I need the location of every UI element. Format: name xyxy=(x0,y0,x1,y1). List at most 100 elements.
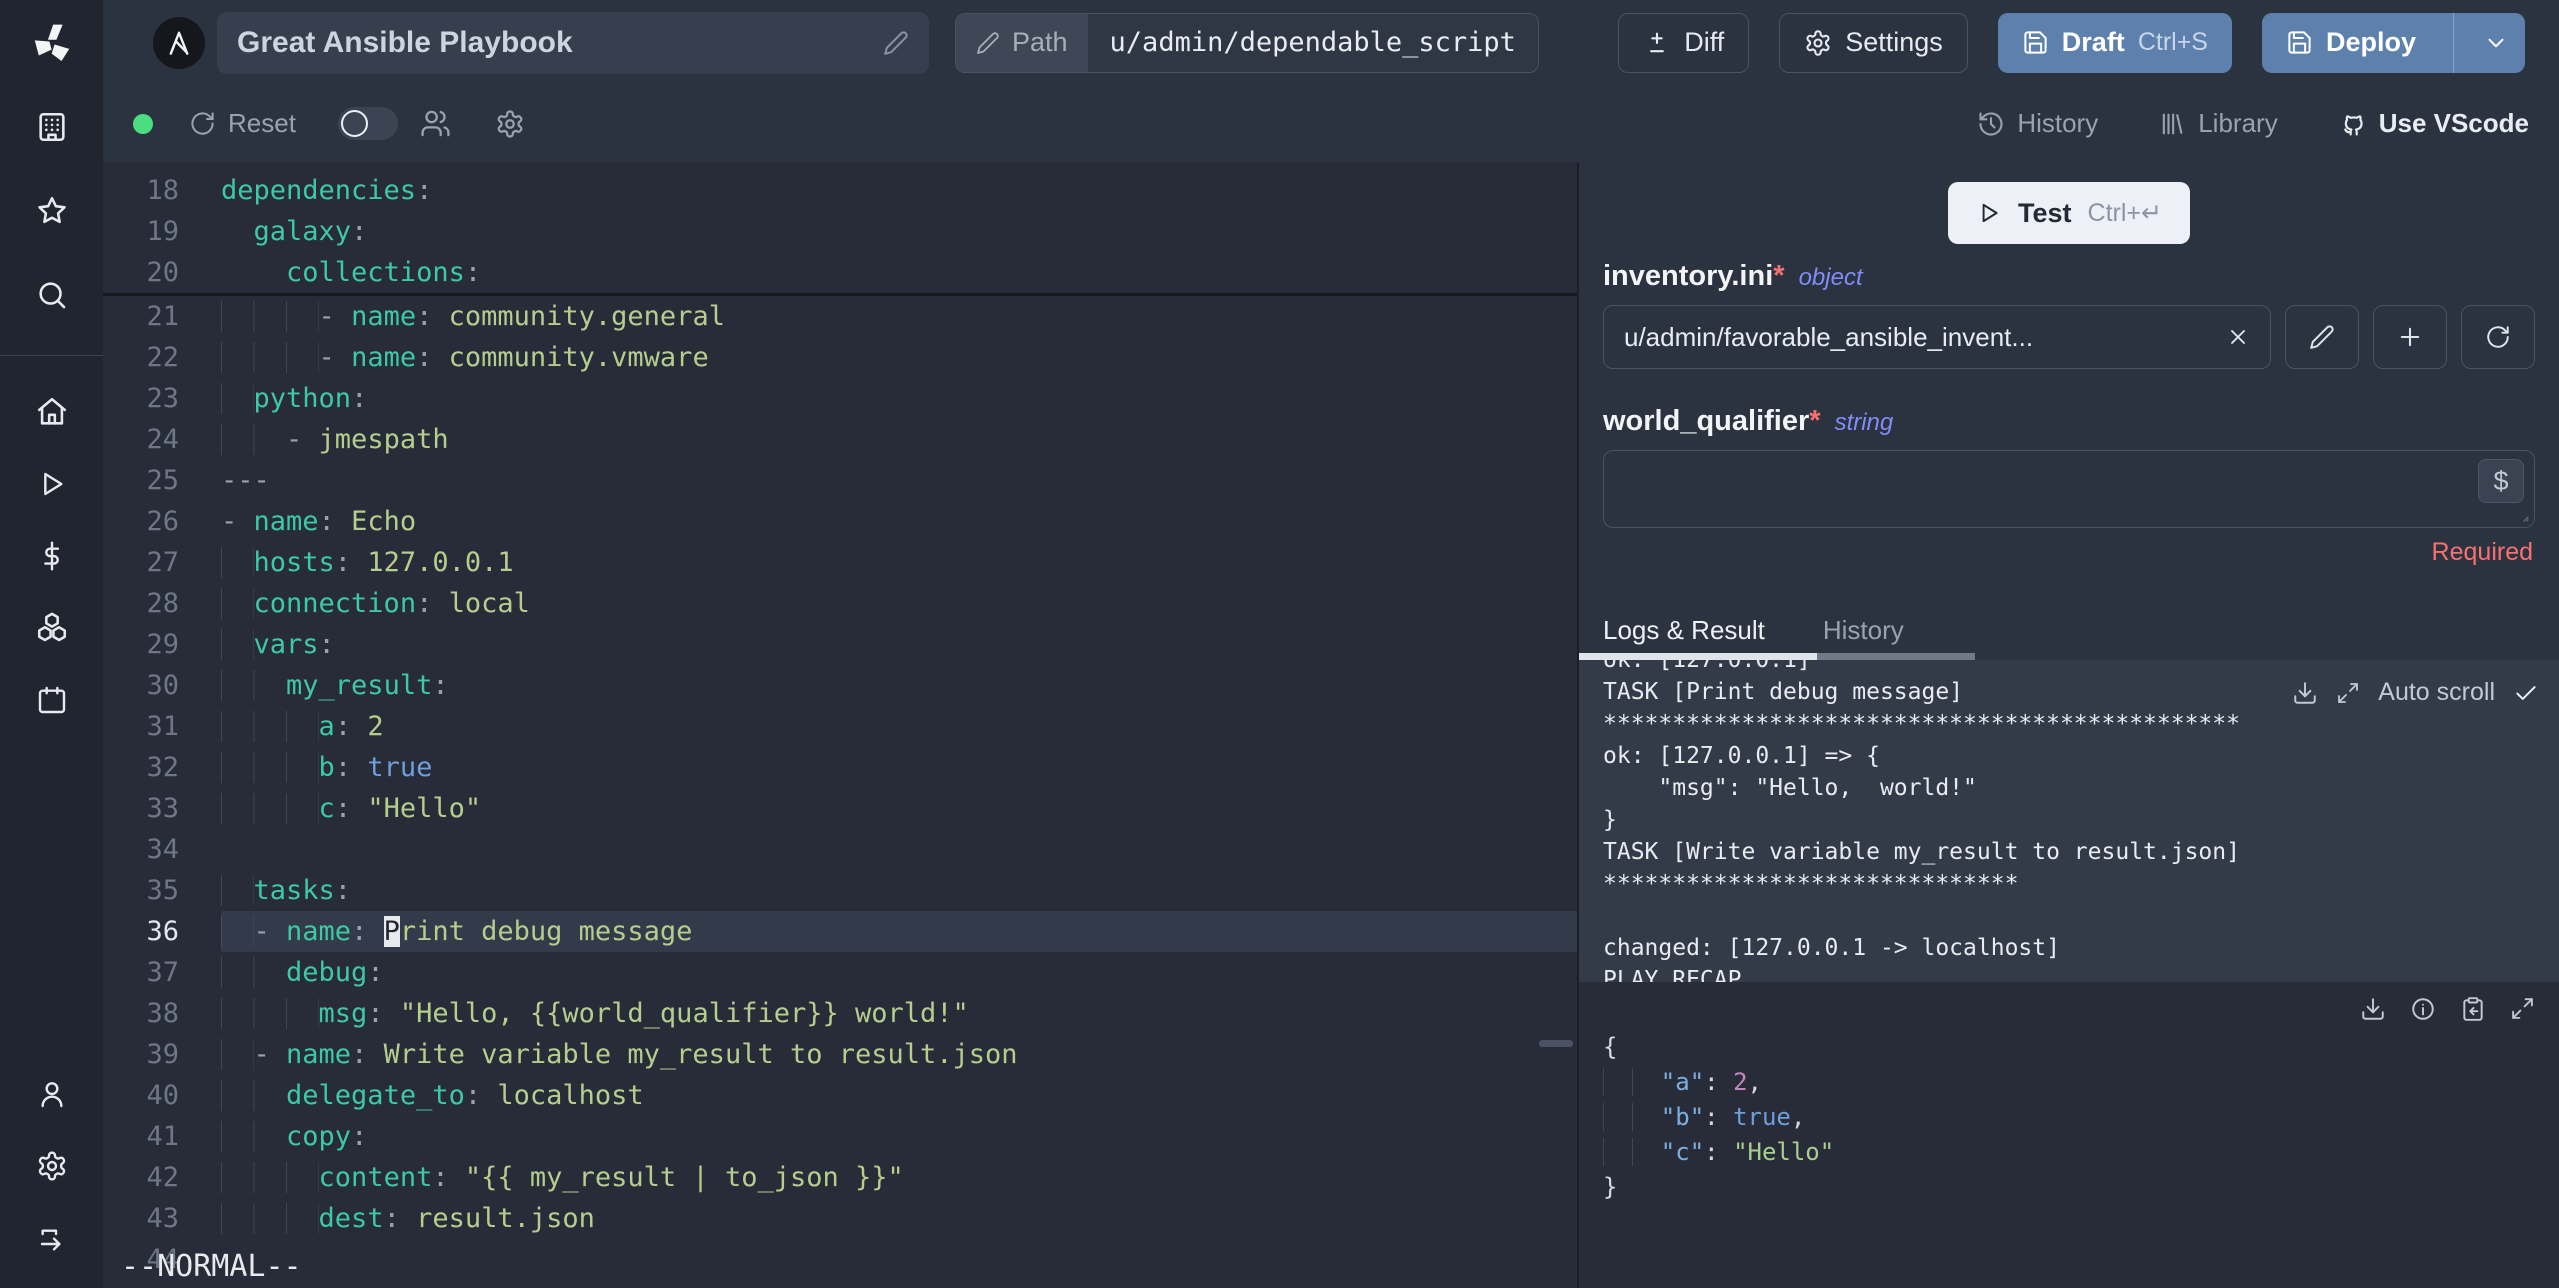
draft-button[interactable]: Draft Ctrl+S xyxy=(1997,12,2232,73)
pencil-icon[interactable] xyxy=(883,30,909,56)
log-scrollbar[interactable] xyxy=(1579,653,2559,660)
history-label: History xyxy=(2017,108,2099,138)
code-line[interactable]: 32 b: true xyxy=(103,747,1577,788)
code-line[interactable]: 41 copy: xyxy=(103,1116,1577,1157)
log-panel[interactable]: ok: [127.0.0.1] TASK [Print debug message… xyxy=(1579,660,2559,982)
expand-icon[interactable] xyxy=(2336,681,2360,705)
world-qualifier-textarea[interactable]: $ xyxy=(1603,450,2535,528)
download-icon[interactable] xyxy=(2360,996,2386,1022)
required-error: Required xyxy=(2431,538,2533,566)
code-line[interactable]: 28 connection: local xyxy=(103,583,1577,624)
path-label: Path xyxy=(1012,27,1068,57)
collaborators-button[interactable] xyxy=(420,108,451,139)
code-line[interactable]: 27 hosts: 127.0.0.1 xyxy=(103,542,1577,583)
path-button[interactable]: Path u/admin/dependable_script xyxy=(955,12,1539,73)
code-line[interactable]: 35 tasks: xyxy=(103,870,1577,911)
sidebar-item-runs[interactable] xyxy=(0,448,103,520)
dollar-icon xyxy=(36,540,68,572)
vscode-button[interactable]: Use VScode xyxy=(2338,108,2529,139)
code-line[interactable]: 22 - name: community.vmware xyxy=(103,337,1577,378)
download-icon[interactable] xyxy=(2292,680,2318,706)
code-line[interactable]: 39 - name: Write variable my_result to r… xyxy=(103,1034,1577,1075)
diff-label: Diff xyxy=(1684,27,1725,57)
expand-icon[interactable] xyxy=(2510,996,2535,1022)
code-line[interactable]: 24 - jmespath xyxy=(103,419,1577,460)
code-line[interactable]: 37 debug: xyxy=(103,952,1577,993)
sidebar-item-logout[interactable] xyxy=(0,1202,103,1274)
close-icon[interactable] xyxy=(2226,325,2250,349)
code-line[interactable]: 30 my_result: xyxy=(103,665,1577,706)
reset-label: Reset xyxy=(228,108,296,138)
log-line xyxy=(1603,900,2559,932)
autoscroll-label: Auto scroll xyxy=(2378,678,2495,706)
resize-handle[interactable] xyxy=(2514,507,2530,523)
topbar: Great Ansible Playbook Path u/admin/depe… xyxy=(103,0,2559,85)
code-line[interactable]: 19 galaxy: xyxy=(103,211,1577,252)
code-line[interactable]: 26- name: Echo xyxy=(103,501,1577,542)
home-icon xyxy=(35,395,69,429)
reset-button[interactable]: Reset xyxy=(189,108,296,139)
mode-toggle[interactable] xyxy=(337,107,398,140)
logout-icon xyxy=(36,1222,68,1254)
sidebar-item-schedules[interactable] xyxy=(0,664,103,736)
settings-button[interactable]: Settings xyxy=(1779,12,1968,73)
sidebar-item-settings[interactable] xyxy=(0,1130,103,1202)
copy-icon[interactable] xyxy=(2460,996,2486,1022)
script-title-field[interactable]: Great Ansible Playbook xyxy=(217,11,929,74)
variable-picker-button[interactable]: $ xyxy=(2478,459,2524,503)
code-line[interactable]: 43 dest: result.json xyxy=(103,1198,1577,1239)
result-tabs: Logs & Result History xyxy=(1579,607,2559,653)
vscode-label: Use VScode xyxy=(2378,108,2529,138)
sidebar-item-search[interactable] xyxy=(0,253,103,337)
code-line[interactable]: 18 dependencies: xyxy=(103,170,1577,211)
sidebar-item-workspace[interactable] xyxy=(0,85,103,169)
library-button[interactable]: Library xyxy=(2158,108,2278,139)
code-line[interactable]: 44 xyxy=(103,1239,1577,1280)
tab-history[interactable]: History xyxy=(1823,615,1904,646)
code-line[interactable]: 23 python: xyxy=(103,378,1577,419)
code-line[interactable]: 25 --- xyxy=(103,460,1577,501)
info-icon[interactable] xyxy=(2410,996,2436,1022)
edit-resource-button[interactable] xyxy=(2285,305,2359,369)
editor-settings-button[interactable] xyxy=(495,109,525,139)
code-line[interactable]: 40 delegate_to: localhost xyxy=(103,1075,1577,1116)
code-line[interactable]: 42 content: "{{ my_result | to_json }}" xyxy=(103,1157,1577,1198)
gear-icon xyxy=(1804,29,1832,57)
code-line[interactable]: 31 a: 2 xyxy=(103,706,1577,747)
history-button[interactable]: History xyxy=(1977,108,2098,139)
code-line[interactable]: 38 msg: "Hello, {{world_qualifier}} worl… xyxy=(103,993,1577,1034)
code-line[interactable]: 21 - name: community.general xyxy=(103,296,1577,337)
library-label: Library xyxy=(2198,108,2278,138)
code-line[interactable]: 29 vars: xyxy=(103,624,1577,665)
sidebar-item-home[interactable] xyxy=(0,376,103,448)
inventory-input[interactable]: u/admin/favorable_ansible_invent... xyxy=(1603,305,2271,369)
history-icon xyxy=(1977,110,2005,138)
building-icon xyxy=(35,110,69,144)
code-line[interactable]: 36 - name: Print debug message xyxy=(103,911,1577,952)
sidebar-item-variables[interactable] xyxy=(0,520,103,592)
code-editor[interactable]: 18 dependencies: 19 galaxy: 20 collections:… xyxy=(103,162,1577,1288)
log-line: ****************************** xyxy=(1603,871,2019,897)
code-line[interactable]: 34 xyxy=(103,829,1577,870)
diff-button[interactable]: Diff xyxy=(1618,12,1750,73)
code-line[interactable]: 33 c: "Hello" xyxy=(103,788,1577,829)
log-line: ****************************************… xyxy=(1603,711,2240,737)
result-json-line: } xyxy=(1603,1173,1618,1201)
check-icon[interactable] xyxy=(2513,680,2539,706)
editor-scrollbar-thumb[interactable] xyxy=(1539,1040,1573,1047)
refresh-resource-button[interactable] xyxy=(2461,305,2535,369)
add-resource-button[interactable] xyxy=(2373,305,2447,369)
deploy-button[interactable]: Deploy xyxy=(2261,12,2525,73)
tab-logs-result[interactable]: Logs & Result xyxy=(1603,615,1765,646)
log-line: ok: [127.0.0.1] => { xyxy=(1603,743,1880,769)
gear-icon xyxy=(495,109,525,139)
sidebar-item-account[interactable] xyxy=(0,1058,103,1130)
deploy-dropdown-button[interactable] xyxy=(2467,13,2525,73)
code-line[interactable]: 20 collections: xyxy=(103,252,1577,296)
sidebar-item-resources[interactable] xyxy=(0,592,103,664)
result-json-line: "b": true, xyxy=(1603,1100,2535,1135)
sidebar-item-favorites[interactable] xyxy=(0,169,103,253)
user-icon xyxy=(36,1078,68,1110)
test-button[interactable]: Test Ctrl+↵ xyxy=(1948,182,2190,244)
windmill-logo[interactable] xyxy=(0,0,103,85)
